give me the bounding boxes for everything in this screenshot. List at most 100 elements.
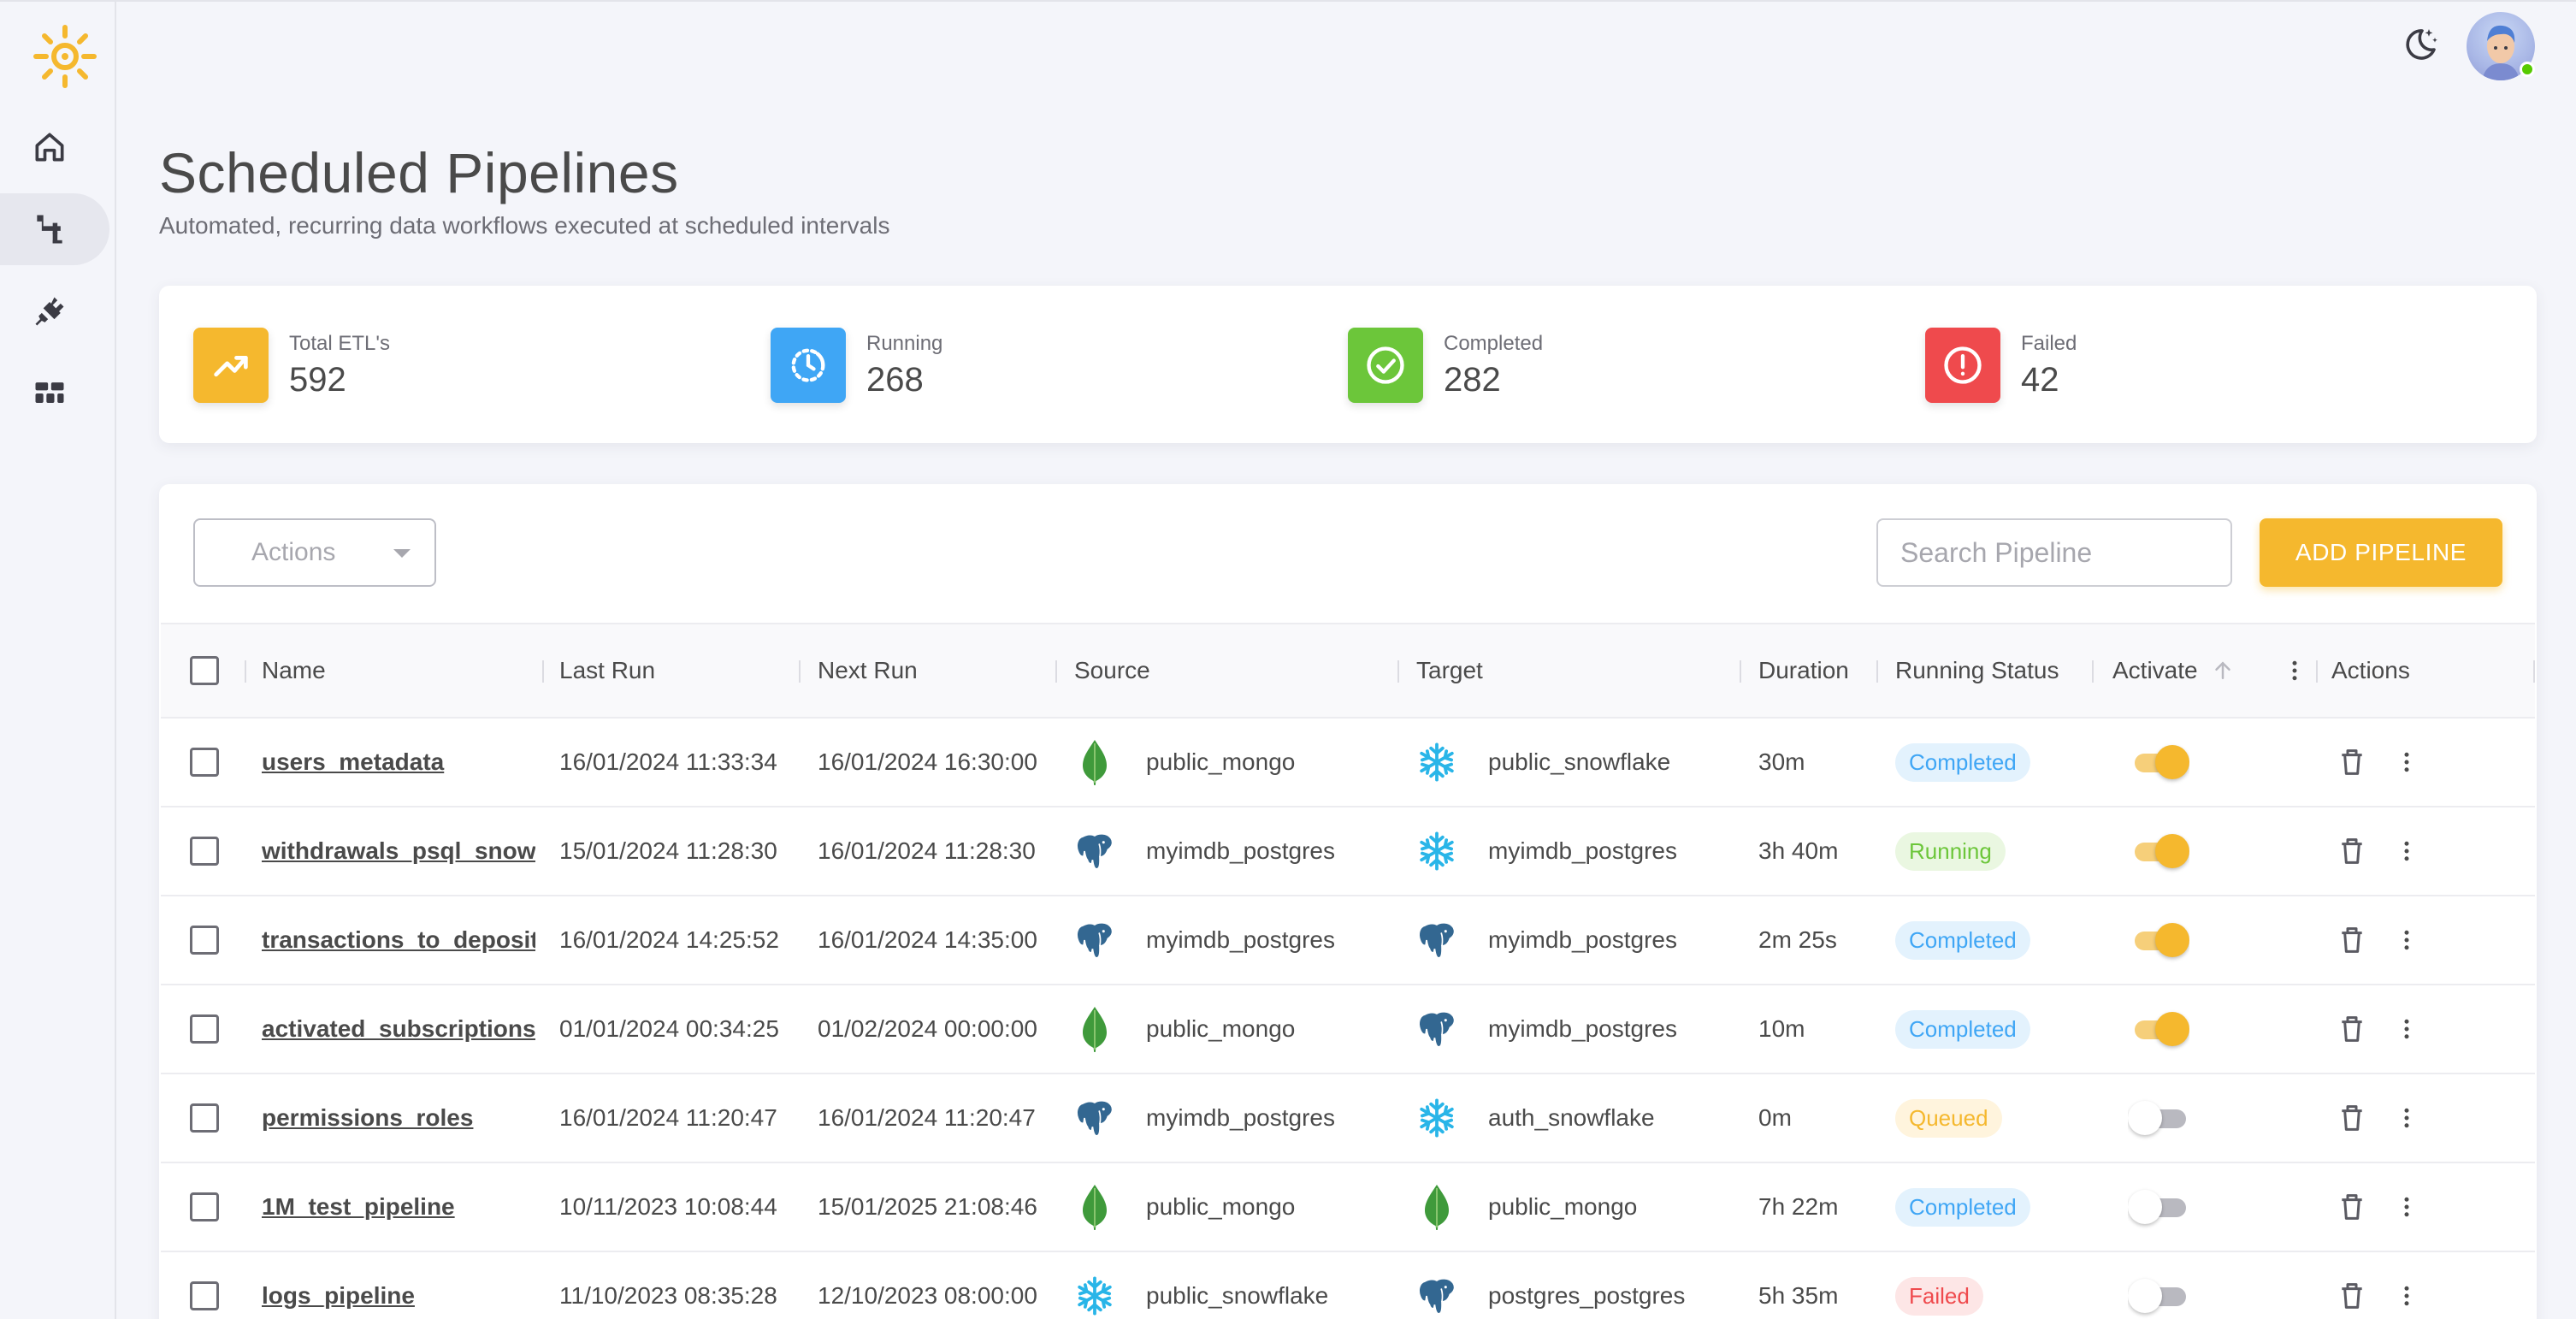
- trash-icon: [2342, 749, 2362, 775]
- dark-mode-icon[interactable]: [2400, 24, 2441, 65]
- activate-toggle[interactable]: [2128, 1275, 2189, 1316]
- activate-toggle[interactable]: [2128, 831, 2189, 872]
- target-name: myimdb_postgres: [1488, 926, 1677, 953]
- mongo-icon: [1416, 1183, 1488, 1231]
- activate-toggle[interactable]: [2128, 742, 2189, 783]
- activate-toggle[interactable]: [2128, 920, 2189, 961]
- target-name: public_snowflake: [1488, 748, 1671, 775]
- target-name: myimdb_postgres: [1488, 1015, 1677, 1042]
- select-all-checkbox[interactable]: [190, 656, 219, 685]
- trash-icon: [2342, 1016, 2362, 1042]
- row-menu-button[interactable]: [2388, 1010, 2425, 1048]
- column-header-source[interactable]: Source: [1074, 624, 1150, 717]
- stat-completed-icon-box: [1348, 328, 1423, 403]
- row-checkbox[interactable]: [190, 837, 219, 866]
- next-run-cell: 16/01/2024 14:35:00: [818, 926, 1037, 953]
- snowflake-icon: [1416, 738, 1488, 786]
- logo-icon[interactable]: [31, 22, 99, 91]
- row-menu-button[interactable]: [2388, 1099, 2425, 1137]
- stats-card: Total ETL's 592 Running 268 Completed 28…: [159, 286, 2537, 443]
- row-checkbox[interactable]: [190, 926, 219, 955]
- table-row: 1M_test_pipeline 10/11/2023 10:08:44 15/…: [161, 1163, 2535, 1252]
- sidebar-item-pipelines[interactable]: [0, 193, 109, 265]
- pipeline-name-link[interactable]: transactions_to_deposit: [262, 926, 535, 954]
- row-menu-button[interactable]: [2388, 832, 2425, 870]
- column-divider: [542, 660, 544, 683]
- pipeline-name-link[interactable]: users_metadata: [262, 748, 444, 776]
- delete-button[interactable]: [2333, 1277, 2371, 1315]
- actions-dropdown[interactable]: Actions: [193, 518, 436, 587]
- column-header-activate[interactable]: Activate: [2112, 624, 2236, 717]
- delete-button[interactable]: [2333, 921, 2371, 959]
- column-header-name[interactable]: Name: [262, 624, 326, 717]
- row-menu-button[interactable]: [2388, 743, 2425, 781]
- row-checkbox[interactable]: [190, 1281, 219, 1310]
- trash-icon: [2342, 1194, 2362, 1220]
- row-menu-button[interactable]: [2388, 1188, 2425, 1226]
- target-cell: public_mongo: [1416, 1163, 1740, 1251]
- search-input[interactable]: [1876, 518, 2232, 587]
- activate-toggle[interactable]: [2128, 1008, 2189, 1050]
- source-name: public_mongo: [1146, 748, 1296, 775]
- pipeline-name-link[interactable]: activated_subscriptions: [262, 1015, 535, 1043]
- pipeline-name-link[interactable]: permissions_roles: [262, 1104, 473, 1132]
- trash-icon: [2342, 1105, 2362, 1131]
- target-cell: postgres_postgres: [1416, 1252, 1740, 1319]
- activate-toggle[interactable]: [2128, 1097, 2189, 1139]
- column-divider: [2316, 660, 2318, 683]
- target-cell: myimdb_postgres: [1416, 807, 1740, 895]
- postgres-icon: [1416, 1005, 1488, 1053]
- column-header-duration[interactable]: Duration: [1758, 624, 1849, 717]
- status-badge: Completed: [1895, 1187, 2030, 1227]
- pipeline-name-link[interactable]: logs_pipeline: [262, 1282, 415, 1310]
- column-header-next-run[interactable]: Next Run: [818, 624, 918, 717]
- last-run-cell: 16/01/2024 14:25:52: [559, 926, 779, 953]
- row-menu-button[interactable]: [2388, 1277, 2425, 1315]
- delete-button[interactable]: [2333, 743, 2371, 781]
- snowflake-icon: [1074, 1272, 1146, 1319]
- delete-button[interactable]: [2333, 1010, 2371, 1048]
- postgres-icon: [1074, 827, 1146, 875]
- stat-running: Running 268: [771, 327, 942, 404]
- column-header-target[interactable]: Target: [1416, 624, 1483, 717]
- pipeline-name-link[interactable]: withdrawals_psql_snow: [262, 837, 535, 865]
- column-header-last-run[interactable]: Last Run: [559, 624, 655, 717]
- row-menu-button[interactable]: [2388, 921, 2425, 959]
- duration-cell: 5h 35m: [1758, 1282, 1839, 1309]
- target-name: myimdb_postgres: [1488, 837, 1677, 864]
- delete-button[interactable]: [2333, 832, 2371, 870]
- row-checkbox[interactable]: [190, 748, 219, 777]
- source-cell: myimdb_postgres: [1074, 807, 1397, 895]
- add-pipeline-button[interactable]: ADD PIPELINE: [2260, 518, 2502, 587]
- sidebar-item-datasets[interactable]: [0, 358, 109, 429]
- target-cell: public_snowflake: [1416, 719, 1740, 806]
- row-checkbox[interactable]: [190, 1014, 219, 1044]
- check-circle-icon: [1367, 346, 1404, 384]
- table-row: users_metadata 16/01/2024 11:33:34 16/01…: [161, 719, 2535, 807]
- activate-toggle[interactable]: [2128, 1186, 2189, 1227]
- sort-arrow-up-icon[interactable]: [2210, 658, 2236, 683]
- source-cell: myimdb_postgres: [1074, 896, 1397, 984]
- pipeline-name-link[interactable]: 1M_test_pipeline: [262, 1193, 455, 1221]
- last-run-cell: 16/01/2024 11:20:47: [559, 1104, 777, 1131]
- source-cell: public_mongo: [1074, 1163, 1397, 1251]
- pipeline-icon: [37, 215, 62, 244]
- delete-button[interactable]: [2333, 1099, 2371, 1137]
- more-vertical-icon: [2404, 752, 2409, 772]
- source-name: public_snowflake: [1146, 1282, 1329, 1309]
- sidebar-item-home[interactable]: [0, 111, 109, 183]
- row-checkbox[interactable]: [190, 1192, 219, 1221]
- last-run-cell: 16/01/2024 11:33:34: [559, 748, 777, 775]
- row-checkbox[interactable]: [190, 1103, 219, 1133]
- sidebar-item-connections[interactable]: [0, 275, 109, 347]
- mongo-icon: [1074, 1183, 1146, 1231]
- target-cell: myimdb_postgres: [1416, 985, 1740, 1073]
- blocks-icon: [35, 382, 64, 403]
- column-menu-button[interactable]: [2282, 624, 2307, 717]
- target-name: postgres_postgres: [1488, 1282, 1686, 1309]
- column-divider: [245, 660, 246, 683]
- delete-button[interactable]: [2333, 1188, 2371, 1226]
- column-header-running-status[interactable]: Running Status: [1895, 624, 2059, 717]
- last-run-cell: 10/11/2023 10:08:44: [559, 1193, 777, 1220]
- alert-circle-icon: [1944, 346, 1982, 384]
